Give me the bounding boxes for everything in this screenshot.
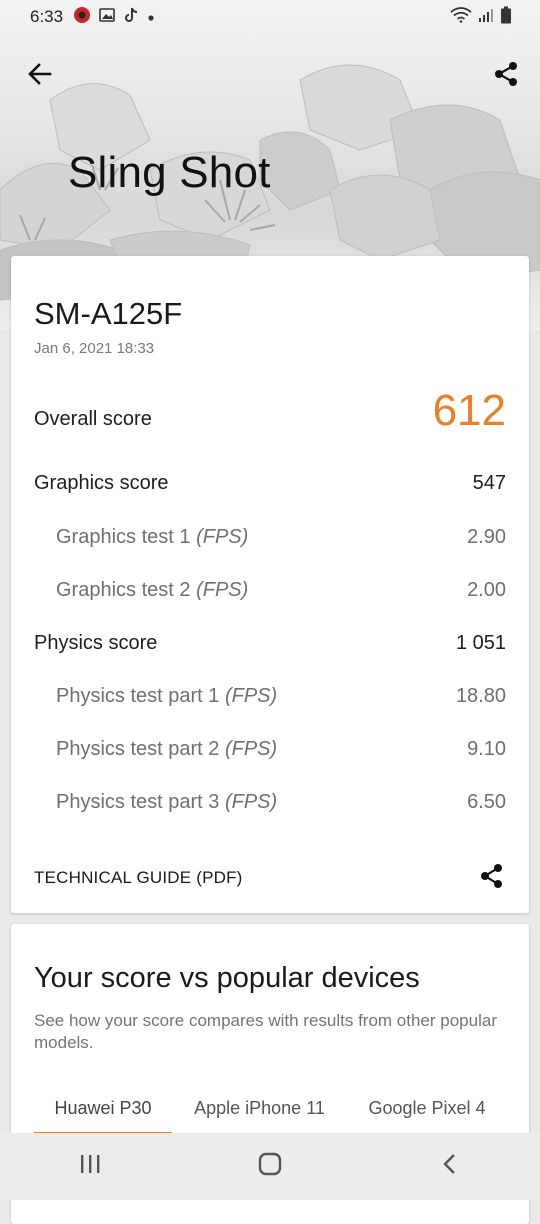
physics-test-2-label: Physics test part 2 (FPS): [56, 738, 278, 760]
dot-icon: [147, 7, 155, 27]
system-nav-bar: [0, 1133, 540, 1200]
overall-score-label: Overall score: [34, 408, 152, 430]
status-time: 6:33: [30, 7, 64, 26]
status-bar: 6:33: [0, 0, 540, 34]
status-right: [450, 6, 512, 29]
physics-test-3-row: Physics test part 3 (FPS) 6.50: [34, 791, 506, 814]
graphics-test-2-row: Graphics test 2 (FPS) 2.00: [34, 579, 506, 602]
physics-score-value: 1 051: [455, 632, 506, 654]
graphics-test-1-label: Graphics test 1 (FPS): [56, 526, 249, 548]
physics-score-row: Physics score 1 051: [34, 632, 506, 655]
compare-title: Your score vs popular devices: [34, 962, 420, 994]
technical-guide-link[interactable]: TECHNICAL GUIDE (PDF): [34, 860, 506, 896]
graphics-score-value: 547: [472, 472, 506, 494]
device-name: SM-A125F: [34, 296, 183, 331]
battery-icon: [500, 6, 512, 29]
app-bar: [0, 48, 540, 98]
graphics-test-2-label: Graphics test 2 (FPS): [56, 579, 249, 601]
result-card: SM-A125F Jan 6, 2021 18:33 Overall score…: [11, 256, 529, 913]
physics-test-1-label: Physics test part 1 (FPS): [56, 685, 278, 707]
share-icon: [492, 60, 520, 93]
signal-icon: [478, 8, 494, 27]
physics-score-label: Physics score: [34, 632, 158, 654]
arrow-left-icon: [27, 61, 53, 92]
physics-test-2-unit: (FPS): [224, 738, 278, 760]
physics-test-2-value: 9.10: [467, 738, 506, 760]
tab-google-pixel-4[interactable]: Google Pixel 4: [347, 1090, 507, 1134]
physics-test-1-value: 18.80: [455, 685, 506, 707]
recents-icon: [78, 1153, 102, 1180]
physics-test-2-row: Physics test part 2 (FPS) 9.10: [34, 738, 506, 761]
status-left: 6:33: [30, 6, 155, 29]
physics-test-1-unit: (FPS): [224, 685, 278, 707]
technical-guide-label: TECHNICAL GUIDE (PDF): [34, 868, 243, 887]
graphics-score-label: Graphics score: [34, 472, 169, 494]
physics-test-3-value: 6.50: [467, 791, 506, 813]
compare-description: See how your score compares with results…: [34, 1011, 497, 1052]
graphics-test-1-unit: (FPS): [196, 526, 249, 548]
device-tabs: Huawei P30 Apple iPhone 11 Google Pixel …: [34, 1090, 514, 1134]
graphics-test-2-unit: (FPS): [196, 579, 249, 601]
page-title: Sling Shot: [68, 148, 271, 197]
graphics-test-1-row: Graphics test 1 (FPS) 2.90: [34, 526, 506, 549]
graphics-test-1-value: 2.90: [467, 526, 506, 548]
run-date: Jan 6, 2021 18:33: [34, 340, 155, 357]
tiktok-icon: [123, 7, 139, 28]
graphics-test-2-value: 2.00: [467, 579, 506, 601]
share-button[interactable]: [486, 56, 526, 96]
graphics-score-row: Graphics score 547: [34, 472, 506, 495]
tab-apple-iphone-11[interactable]: Apple iPhone 11: [172, 1090, 347, 1134]
overall-score-row: Overall score 612: [34, 386, 506, 436]
share-icon[interactable]: [478, 862, 506, 895]
back-icon: [439, 1152, 461, 1181]
home-button[interactable]: [230, 1142, 310, 1192]
app-notification-icon: [73, 6, 91, 29]
overall-score-value: 612: [432, 386, 506, 435]
tab-huawei-p30[interactable]: Huawei P30: [34, 1090, 172, 1134]
recents-button[interactable]: [50, 1142, 130, 1192]
gallery-icon: [99, 7, 115, 28]
physics-test-1-row: Physics test part 1 (FPS) 18.80: [34, 685, 506, 708]
nav-back-button[interactable]: [410, 1142, 490, 1192]
home-icon: [257, 1151, 283, 1182]
physics-test-3-unit: (FPS): [224, 791, 278, 813]
physics-test-3-label: Physics test part 3 (FPS): [56, 791, 278, 813]
notification-icons: [73, 6, 155, 29]
wifi-icon: [450, 6, 472, 28]
back-button[interactable]: [20, 56, 60, 96]
